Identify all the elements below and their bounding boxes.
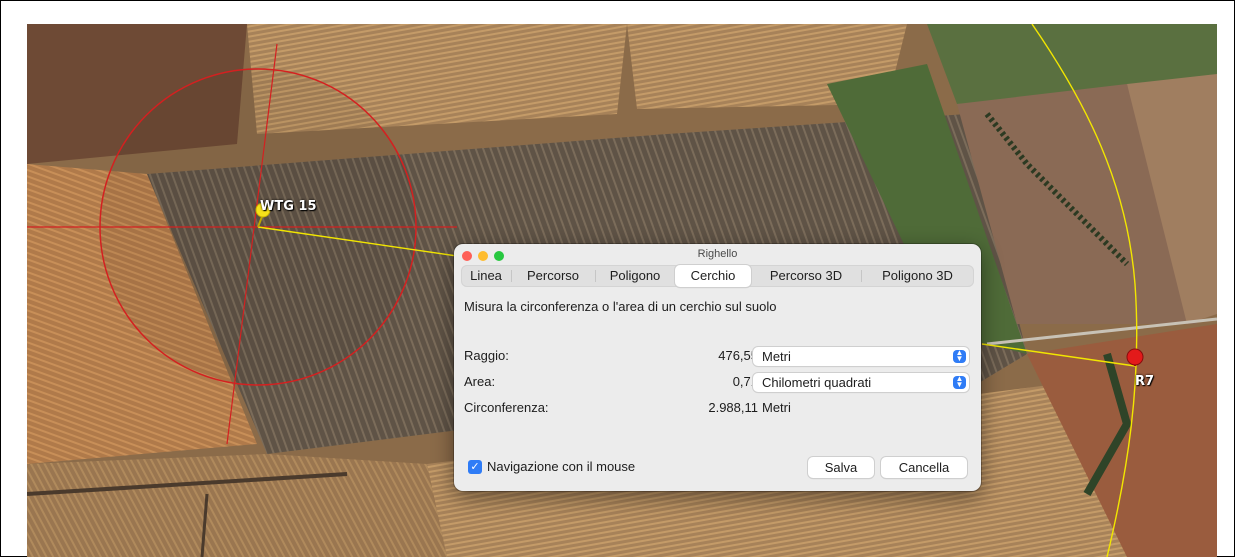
cancel-button[interactable]: Cancella — [881, 457, 967, 478]
circonferenza-value: 2.988,11 — [708, 400, 758, 415]
raggio-unit-select[interactable]: Metri ▲ ▼ — [753, 347, 969, 366]
title-bar[interactable]: Righello — [454, 244, 981, 266]
dialog-title: Righello — [697, 248, 738, 260]
tab-percorso[interactable]: Percorso — [511, 265, 595, 287]
area-unit-select[interactable]: Chilometri quadrati ▲ ▼ — [753, 373, 969, 392]
raggio-unit-value: Metri — [762, 349, 791, 364]
tab-poligono[interactable]: Poligono — [595, 265, 675, 287]
description-text: Misura la circonferenza o l'area di un c… — [464, 299, 777, 314]
tab-poligono-3d[interactable]: Poligono 3D — [861, 265, 974, 287]
tab-linea[interactable]: Linea — [461, 265, 511, 287]
chevron-updown-icon: ▲ ▼ — [953, 349, 966, 363]
area-label: Area: — [464, 374, 496, 389]
raggio-label: Raggio: — [464, 348, 509, 363]
chevron-updown-icon: ▲ ▼ — [953, 375, 966, 389]
tab-percorso-3d[interactable]: Percorso 3D — [751, 265, 861, 287]
ruler-dialog: Righello Linea Percorso Poligono Cerchio… — [454, 244, 981, 491]
placemark-label-r7[interactable]: R7 — [1135, 374, 1154, 389]
tab-cerchio[interactable]: Cerchio — [675, 265, 751, 287]
circonferenza-label: Circonferenza: — [464, 400, 549, 415]
circonferenza-row: Circonferenza: 2.988,11 Metri — [464, 398, 974, 418]
circonferenza-unit: Metri — [762, 400, 791, 415]
tab-bar: Linea Percorso Poligono Cerchio Percorso… — [461, 265, 974, 287]
mouse-navigation-checkbox[interactable]: ✓ — [468, 460, 482, 474]
placemark-label-wtg15[interactable]: WTG 15 — [260, 199, 317, 214]
area-unit-value: Chilometri quadrati — [762, 375, 872, 390]
save-button[interactable]: Salva — [808, 457, 874, 478]
mouse-navigation-label[interactable]: Navigazione con il mouse — [487, 459, 635, 474]
